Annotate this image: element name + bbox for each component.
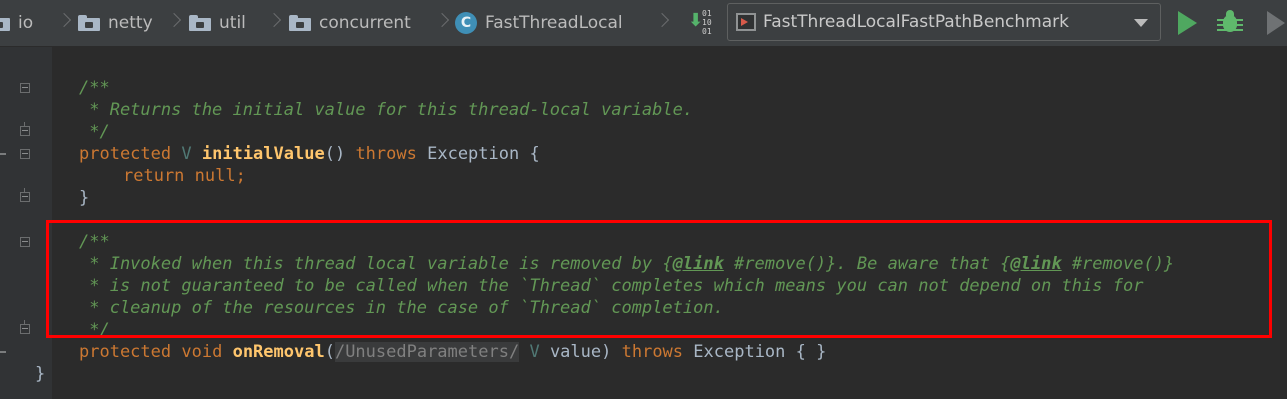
chevron-down-icon [1134, 19, 1148, 27]
code-line: * cleanup of the resources in the case o… [79, 298, 724, 318]
class-icon: C [455, 12, 477, 34]
fold-marker-icon[interactable] [20, 122, 30, 136]
code-line: } [35, 364, 46, 384]
fold-marker-icon[interactable] [20, 320, 30, 334]
breadcrumb-io[interactable]: io [0, 0, 33, 46]
folder-icon [289, 15, 311, 31]
folder-icon [0, 15, 10, 31]
fold-marker-icon[interactable] [20, 83, 30, 93]
breadcrumb-label: FastThreadLocal [485, 13, 623, 33]
folder-icon [189, 15, 211, 31]
debug-icon[interactable] [1216, 8, 1244, 38]
override-marker-icon[interactable] [0, 351, 6, 353]
code-line: * Returns the initial value for this thr… [79, 100, 694, 120]
code-line: return null; [123, 166, 246, 186]
breadcrumb-label: io [18, 13, 34, 33]
breadcrumb-separator-icon [654, 12, 670, 28]
run-more-icon[interactable] [1267, 11, 1285, 35]
breadcrumb-util[interactable]: util [189, 0, 246, 46]
breadcrumb-fastthreadlocal[interactable]: C FastThreadLocal [455, 0, 623, 46]
code-line: /** [79, 78, 110, 98]
breadcrumb-label: netty [108, 13, 153, 33]
code-line: */ [79, 122, 110, 142]
override-marker-icon[interactable] [0, 153, 6, 155]
code-line: * Invoked when this thread local variabl… [79, 254, 1175, 274]
breadcrumb-concurrent[interactable]: concurrent [289, 0, 411, 46]
editor-gutter [0, 47, 52, 399]
breadcrumb-label: util [219, 13, 246, 33]
run-icon[interactable] [1178, 11, 1197, 35]
fold-marker-icon[interactable] [20, 237, 30, 247]
code-line: /** [79, 232, 110, 252]
code-editor[interactable]: /** * Returns the initial value for this… [35, 47, 1287, 399]
code-line: * is not guaranteed to be called when th… [79, 276, 1144, 296]
breadcrumb-separator-icon [266, 12, 282, 28]
run-configuration-dropdown[interactable]: FastThreadLocalFastPathBenchmark [727, 3, 1161, 41]
breadcrumb-netty[interactable]: netty [78, 0, 153, 46]
breadcrumb-separator-icon [56, 12, 72, 28]
navigation-bar: io netty util concurrent C FastThreadLoc… [0, 0, 1287, 47]
fold-marker-icon[interactable] [20, 149, 30, 159]
folder-icon [78, 15, 100, 31]
code-line: } [79, 188, 90, 208]
code-line: protected V initialValue() throws Except… [79, 144, 540, 164]
run-configuration-label: FastThreadLocalFastPathBenchmark [763, 12, 1069, 32]
breadcrumb-label: concurrent [319, 13, 411, 33]
code-line: protected void onRemoval(/UnusedParamete… [79, 342, 827, 362]
build-binary-icon[interactable]: ⬇ 01 10 01 [688, 9, 718, 37]
fold-marker-icon[interactable] [20, 188, 30, 202]
breadcrumb-separator-icon [166, 12, 182, 28]
code-line: */ [79, 320, 110, 340]
breadcrumb-separator-icon [434, 12, 450, 28]
run-configuration-icon [736, 13, 756, 31]
